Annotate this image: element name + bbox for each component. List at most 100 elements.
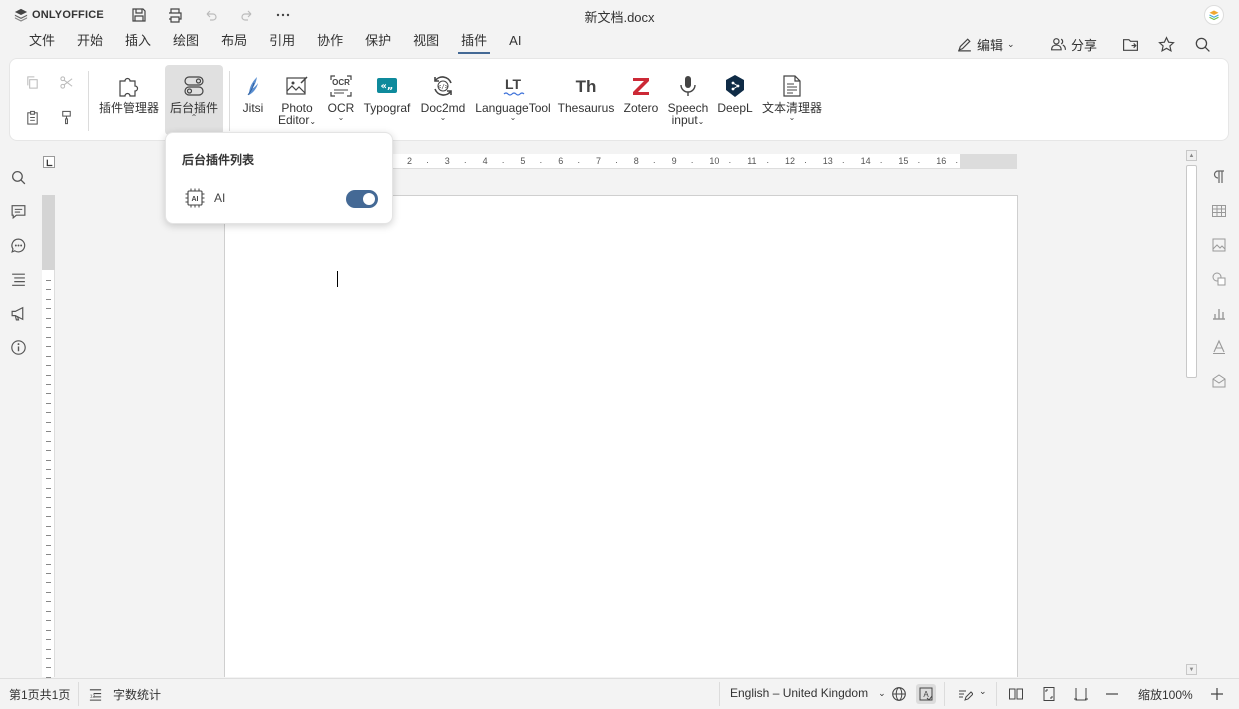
languagetool-icon: LT	[499, 72, 527, 100]
paintbrush-icon	[61, 110, 71, 124]
text-art-icon	[1213, 339, 1225, 355]
save-button[interactable]	[127, 4, 151, 26]
status-separator	[996, 682, 997, 706]
scrollbar-thumb[interactable]	[1186, 165, 1197, 378]
doc-language-button[interactable]	[889, 684, 909, 704]
ruler-tick	[46, 610, 51, 612]
tab-home[interactable]: 开始	[66, 31, 114, 55]
tab-collaboration[interactable]: 协作	[306, 31, 354, 55]
ruler-tick: ·	[426, 157, 429, 167]
background-plugins-button[interactable]: 后台插件 ⌃	[165, 65, 223, 135]
track-changes-icon	[959, 690, 973, 701]
open-location-button[interactable]	[1122, 33, 1139, 55]
tab-insert[interactable]: 插入	[114, 31, 162, 55]
ruler-number: 9	[671, 156, 677, 166]
plugin-thesaurus-button[interactable]: Th Thesaurus	[557, 65, 615, 135]
chart-settings-button[interactable]	[1209, 303, 1229, 323]
sidebar-about-button[interactable]	[8, 337, 28, 357]
plugin-typograf-button[interactable]: «„ Typograf	[362, 65, 412, 135]
undo-button[interactable]	[199, 4, 223, 26]
print-button[interactable]	[163, 4, 187, 26]
share-button[interactable]: 分享	[1050, 33, 1097, 55]
plugin-languagetool-button[interactable]: LT LanguageTool ⌄	[474, 65, 552, 135]
plugin-ocr-button[interactable]: OCR OCR ⌄	[325, 65, 357, 135]
more-button[interactable]	[271, 4, 295, 26]
scroll-down-arrow[interactable]: ▼	[1186, 664, 1197, 675]
paragraph-settings-button[interactable]	[1209, 167, 1229, 187]
sidebar-search-button[interactable]	[8, 167, 28, 187]
megaphone-icon	[11, 306, 23, 320]
plugin-speech-input-button[interactable]: Speech input⌄	[666, 65, 710, 135]
ribbon-separator	[229, 71, 230, 131]
shape-settings-button[interactable]	[1209, 269, 1229, 289]
tab-view[interactable]: 视图	[402, 31, 450, 55]
track-changes-button[interactable]	[955, 684, 975, 704]
ruler-tick	[46, 308, 51, 310]
tab-references[interactable]: 引用	[258, 31, 306, 55]
page-info[interactable]: 第1页共1页	[9, 686, 70, 703]
copy-button[interactable]	[21, 71, 43, 93]
ruler-tick	[46, 383, 51, 385]
image-settings-button[interactable]	[1209, 235, 1229, 255]
ruler-tick	[46, 563, 51, 565]
folder-icon	[1123, 38, 1138, 51]
word-count-button[interactable]: 12 字数统计	[88, 686, 161, 703]
tab-plugins[interactable]: 插件	[450, 31, 498, 55]
sidebar-chat-button[interactable]	[8, 235, 28, 255]
scroll-up-arrow[interactable]: ▲	[1186, 150, 1197, 161]
table-icon	[1212, 205, 1226, 217]
ruler-tick	[46, 346, 51, 348]
tab-protection[interactable]: 保护	[354, 31, 402, 55]
zoom-out-button[interactable]	[1102, 684, 1122, 704]
ruler-tick	[46, 412, 51, 414]
zoom-level[interactable]: 缩放100%	[1138, 686, 1193, 703]
format-painter-button[interactable]	[55, 106, 77, 128]
tab-draw[interactable]: 绘图	[162, 31, 210, 55]
plugin-doc2md-button[interactable]: </> Doc2md ⌄	[417, 65, 469, 135]
svg-text:</>: </>	[438, 84, 449, 91]
sidebar-navigation-button[interactable]	[8, 269, 28, 289]
cut-button[interactable]	[55, 71, 77, 93]
ruler-tick	[46, 554, 51, 556]
ocr-icon: OCR	[327, 72, 355, 100]
tab-file[interactable]: 文件	[18, 31, 66, 55]
plugin-jitsi-button[interactable]: Jitsi	[237, 65, 269, 135]
edit-mode-dropdown[interactable]: 编辑 ⌄	[956, 33, 1015, 55]
user-avatar[interactable]	[1204, 5, 1224, 25]
plugin-deepl-button[interactable]: DeepL	[715, 65, 755, 135]
fit-to-width-button[interactable]	[1071, 684, 1091, 704]
zoom-in-button[interactable]	[1207, 684, 1227, 704]
redo-button[interactable]	[235, 4, 259, 26]
multipage-view-button[interactable]	[1006, 684, 1026, 704]
plugin-manager-button[interactable]: 插件管理器	[96, 65, 162, 135]
search-button[interactable]	[1194, 33, 1211, 55]
tab-ai[interactable]: AI	[498, 31, 532, 55]
ruler-tick	[46, 582, 51, 584]
track-changes-dropdown[interactable]: ⌄	[979, 686, 987, 697]
plugin-zotero-button[interactable]: Zotero	[620, 65, 662, 135]
ruler-top-margin	[42, 195, 55, 270]
table-settings-button[interactable]	[1209, 201, 1229, 221]
tab-stop-icon	[46, 159, 53, 167]
tab-layout[interactable]: 布局	[210, 31, 258, 55]
mail-merge-settings-button[interactable]	[1209, 371, 1229, 391]
favorite-button[interactable]	[1158, 33, 1175, 55]
sidebar-feedback-button[interactable]	[8, 303, 28, 323]
ruler-tick	[46, 327, 51, 329]
paste-button[interactable]	[21, 106, 43, 128]
language-selector[interactable]: English – United Kingdom ⌄	[730, 686, 886, 700]
ruler-tick: ·	[577, 157, 581, 167]
plugin-text-cleaner-button[interactable]: 文本清理器 ⌄	[760, 65, 824, 135]
spell-check-button[interactable]: A	[916, 684, 936, 704]
text-art-settings-button[interactable]	[1209, 337, 1229, 357]
plugin-photo-editor-button[interactable]: Photo Editor⌄	[274, 65, 320, 135]
tab-stop-selector[interactable]	[43, 156, 55, 168]
comment-icon	[11, 204, 25, 219]
svg-text:AI: AI	[192, 196, 199, 203]
ruler-tick	[46, 298, 51, 300]
ruler-tick	[46, 572, 51, 574]
document-page[interactable]	[224, 195, 1018, 677]
fit-to-page-button[interactable]	[1039, 684, 1059, 704]
ai-plugin-toggle[interactable]	[346, 190, 378, 208]
sidebar-comments-button[interactable]	[8, 201, 28, 221]
